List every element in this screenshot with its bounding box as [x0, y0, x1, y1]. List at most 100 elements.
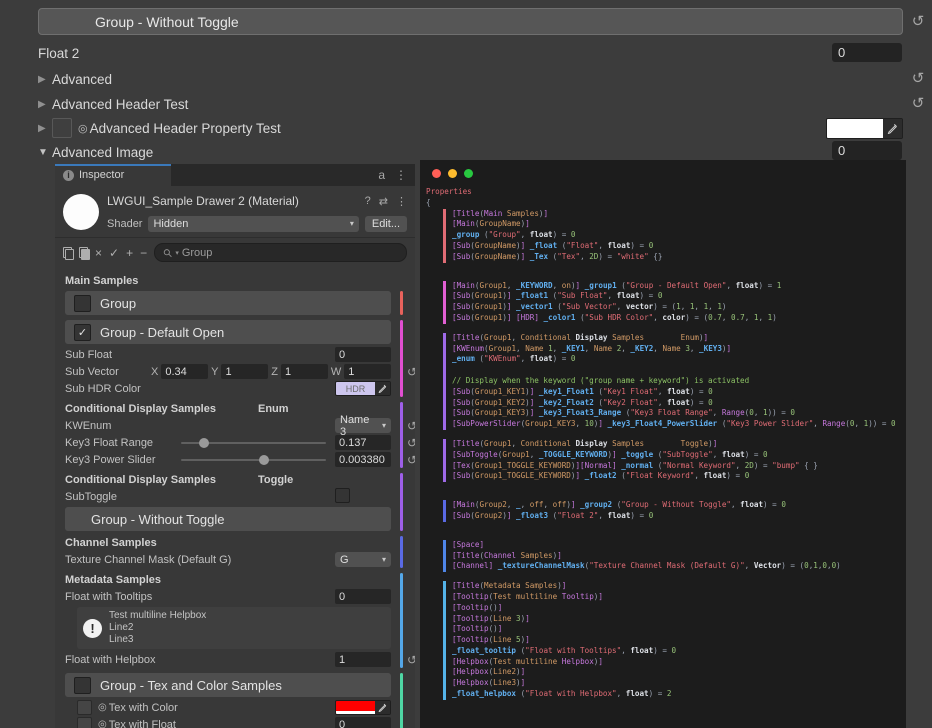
code-line: [Main(Group2, _, off, off)] _group2 ("Gr…	[452, 500, 906, 511]
plus-icon[interactable]: +	[126, 247, 133, 259]
eyedropper-icon[interactable]	[375, 701, 390, 714]
texture-thumbnail[interactable]	[77, 700, 92, 715]
search-box[interactable]: ▾	[154, 243, 407, 262]
edit-shader-button[interactable]: Edit...	[365, 216, 407, 232]
undo-icon[interactable]: ↺	[407, 420, 415, 432]
float-with-tooltips-field[interactable]: 0	[335, 589, 391, 604]
copy-icon[interactable]	[63, 247, 72, 258]
texture-thumbnail[interactable]	[77, 717, 92, 728]
color-swatch[interactable]	[336, 701, 375, 714]
code-line: _float_helpbox ("Float with Helpbox", fl…	[452, 689, 906, 700]
tex-color-samples-checkbox[interactable]	[74, 677, 91, 694]
key3-power-slider[interactable]	[181, 459, 326, 461]
key3-float-range-field[interactable]: 0.137	[335, 435, 391, 450]
key3-power-slider-field[interactable]: 0.003380	[335, 452, 391, 467]
chevron-down-icon: ▾	[382, 421, 386, 430]
undo-icon[interactable]: ↺	[910, 14, 926, 29]
texture-channel-mask-row: Texture Channel Mask (Default G) G ▾	[65, 551, 391, 568]
code-line: [Tooltip()]	[452, 603, 906, 614]
undo-icon[interactable]: ↺	[910, 96, 926, 111]
kebab-menu-icon[interactable]: ⋮	[396, 195, 407, 208]
float-with-helpbox-field[interactable]: 1	[335, 652, 391, 667]
warning-icon: !	[83, 619, 102, 638]
color-swatch[interactable]	[827, 119, 883, 138]
code-editor: Properties{[Title(Main Samples)][Main(Gr…	[420, 160, 906, 728]
group-header[interactable]: Group	[65, 291, 391, 315]
code-line: [Sub(Group1_KEY3)] _key3_Float3_Range ("…	[452, 408, 906, 419]
code-line: [Title(Main Samples)]	[452, 209, 906, 220]
channel-mask-dropdown[interactable]: G ▾	[335, 552, 391, 567]
subtoggle-checkbox[interactable]	[335, 488, 350, 503]
code-line: [Sub(Group1_KEY1)] _key1_Float1 ("Key1 F…	[452, 387, 906, 398]
undo-icon[interactable]: ↺	[407, 654, 415, 666]
code-line: [Sub(GroupName)] _float ("Float", float)…	[452, 241, 906, 252]
sub-float-row: Sub Float 0	[65, 346, 391, 363]
main-group-header[interactable]: Group - Without Toggle	[38, 8, 903, 35]
code-line: [KWEnum(Group1, Name 1, _KEY1, Name 2, _…	[452, 344, 906, 355]
shader-label: Shader	[107, 218, 142, 230]
helpbox-line: Test multiline Helpbox	[109, 610, 206, 622]
group-default-open-header[interactable]: ✓ Group - Default Open	[65, 320, 391, 344]
eyedropper-icon[interactable]	[375, 382, 390, 395]
shader-dropdown[interactable]: Hidden ▾	[148, 216, 358, 232]
tex-color-field[interactable]	[335, 700, 391, 715]
lwgui-toolbar: × ✓ + − ▾	[55, 238, 415, 266]
float2-field[interactable]: 0	[832, 43, 902, 62]
code-line: [SubToggle(Group1, _TOGGLE_KEYWORD)] _to…	[452, 450, 906, 461]
undo-icon[interactable]: ↺	[407, 366, 415, 378]
vector-w-field[interactable]: 1	[344, 364, 391, 379]
vector-y-field[interactable]: 1	[221, 364, 268, 379]
window-controls	[420, 160, 906, 185]
group-without-toggle-header[interactable]: Group - Without Toggle	[65, 507, 391, 531]
code-block: [Title(Main Samples)][Main(GroupName)]_g…	[443, 209, 906, 263]
tex-color-samples-header[interactable]: Group - Tex and Color Samples	[65, 673, 391, 697]
paste-icon[interactable]	[79, 247, 88, 258]
code-block: [Main(Group1, _KEYWORD, on)] _group1 ("G…	[443, 281, 906, 324]
key3-power-slider-row: Key3 Power Slider 0.003380 ↺	[65, 451, 391, 468]
code-line	[452, 365, 906, 376]
ui-scale-icon[interactable]: a	[378, 168, 385, 182]
group-default-open-checkbox[interactable]: ✓	[74, 324, 91, 341]
undo-icon[interactable]: ↺	[910, 71, 926, 86]
advanced-image-foldout[interactable]: ▼ Advanced Image	[38, 142, 153, 162]
chevron-down-icon: ▾	[175, 249, 179, 257]
search-input[interactable]	[182, 247, 398, 259]
advanced-header-property-checkbox[interactable]	[52, 118, 72, 138]
channel-mask-value: G	[340, 554, 349, 566]
slider-knob[interactable]	[199, 438, 209, 448]
advanced-header-test-foldout[interactable]: ▶ Advanced Header Test	[38, 94, 188, 114]
advanced-header-property-test-foldout[interactable]: ▶ ◎ Advanced Header Property Test	[38, 118, 281, 138]
undo-icon[interactable]: ↺	[407, 437, 415, 449]
sub-float-field[interactable]: 0	[335, 347, 391, 362]
undo-icon[interactable]: ↺	[407, 454, 415, 466]
code-blank-line	[426, 482, 427, 500]
subtoggle-row: SubToggle	[65, 488, 391, 505]
minus-icon[interactable]: −	[140, 247, 147, 259]
sub-hdr-color-label: Sub HDR Color	[65, 383, 335, 395]
key3-float-range-slider[interactable]	[181, 442, 326, 444]
advanced-image-field[interactable]: 0	[832, 141, 902, 160]
texture-icon: ◎	[78, 122, 88, 135]
advanced-header-property-color-field[interactable]	[826, 118, 903, 139]
color-swatch[interactable]: HDR	[336, 382, 375, 395]
vector-x-field[interactable]: 0.34	[161, 364, 208, 379]
help-icon[interactable]: ?	[365, 195, 371, 207]
material-properties: Main Samples Group ✓ Group - Default Ope…	[55, 266, 415, 728]
eyedropper-icon[interactable]	[883, 119, 902, 138]
kebab-menu-icon[interactable]: ⋮	[395, 168, 407, 182]
code-line: [Tex(Group1_TOGGLE_KEYWORD)][Normal] _no…	[452, 461, 906, 472]
vector-z-field[interactable]: 1	[281, 364, 328, 379]
checkmark-icon[interactable]: ✓	[109, 247, 119, 259]
advanced-foldout[interactable]: ▶ Advanced	[38, 69, 112, 89]
tex-with-float-field[interactable]: 0	[335, 717, 391, 728]
code-line: [Helpbox(Line3)]	[452, 678, 906, 689]
collapse-all-icon[interactable]: ×	[95, 247, 102, 259]
slider-knob[interactable]	[259, 455, 269, 465]
group-toggle-checkbox[interactable]	[74, 295, 91, 312]
presets-icon[interactable]: ⇄	[379, 195, 388, 208]
hdr-color-field[interactable]: HDR	[335, 381, 391, 396]
advanced-label: Advanced	[52, 72, 112, 87]
tab-inspector[interactable]: i Inspector	[55, 164, 171, 186]
material-preview-thumbnail[interactable]	[63, 194, 99, 230]
kwenum-dropdown[interactable]: Name 3 ▾	[335, 418, 391, 433]
